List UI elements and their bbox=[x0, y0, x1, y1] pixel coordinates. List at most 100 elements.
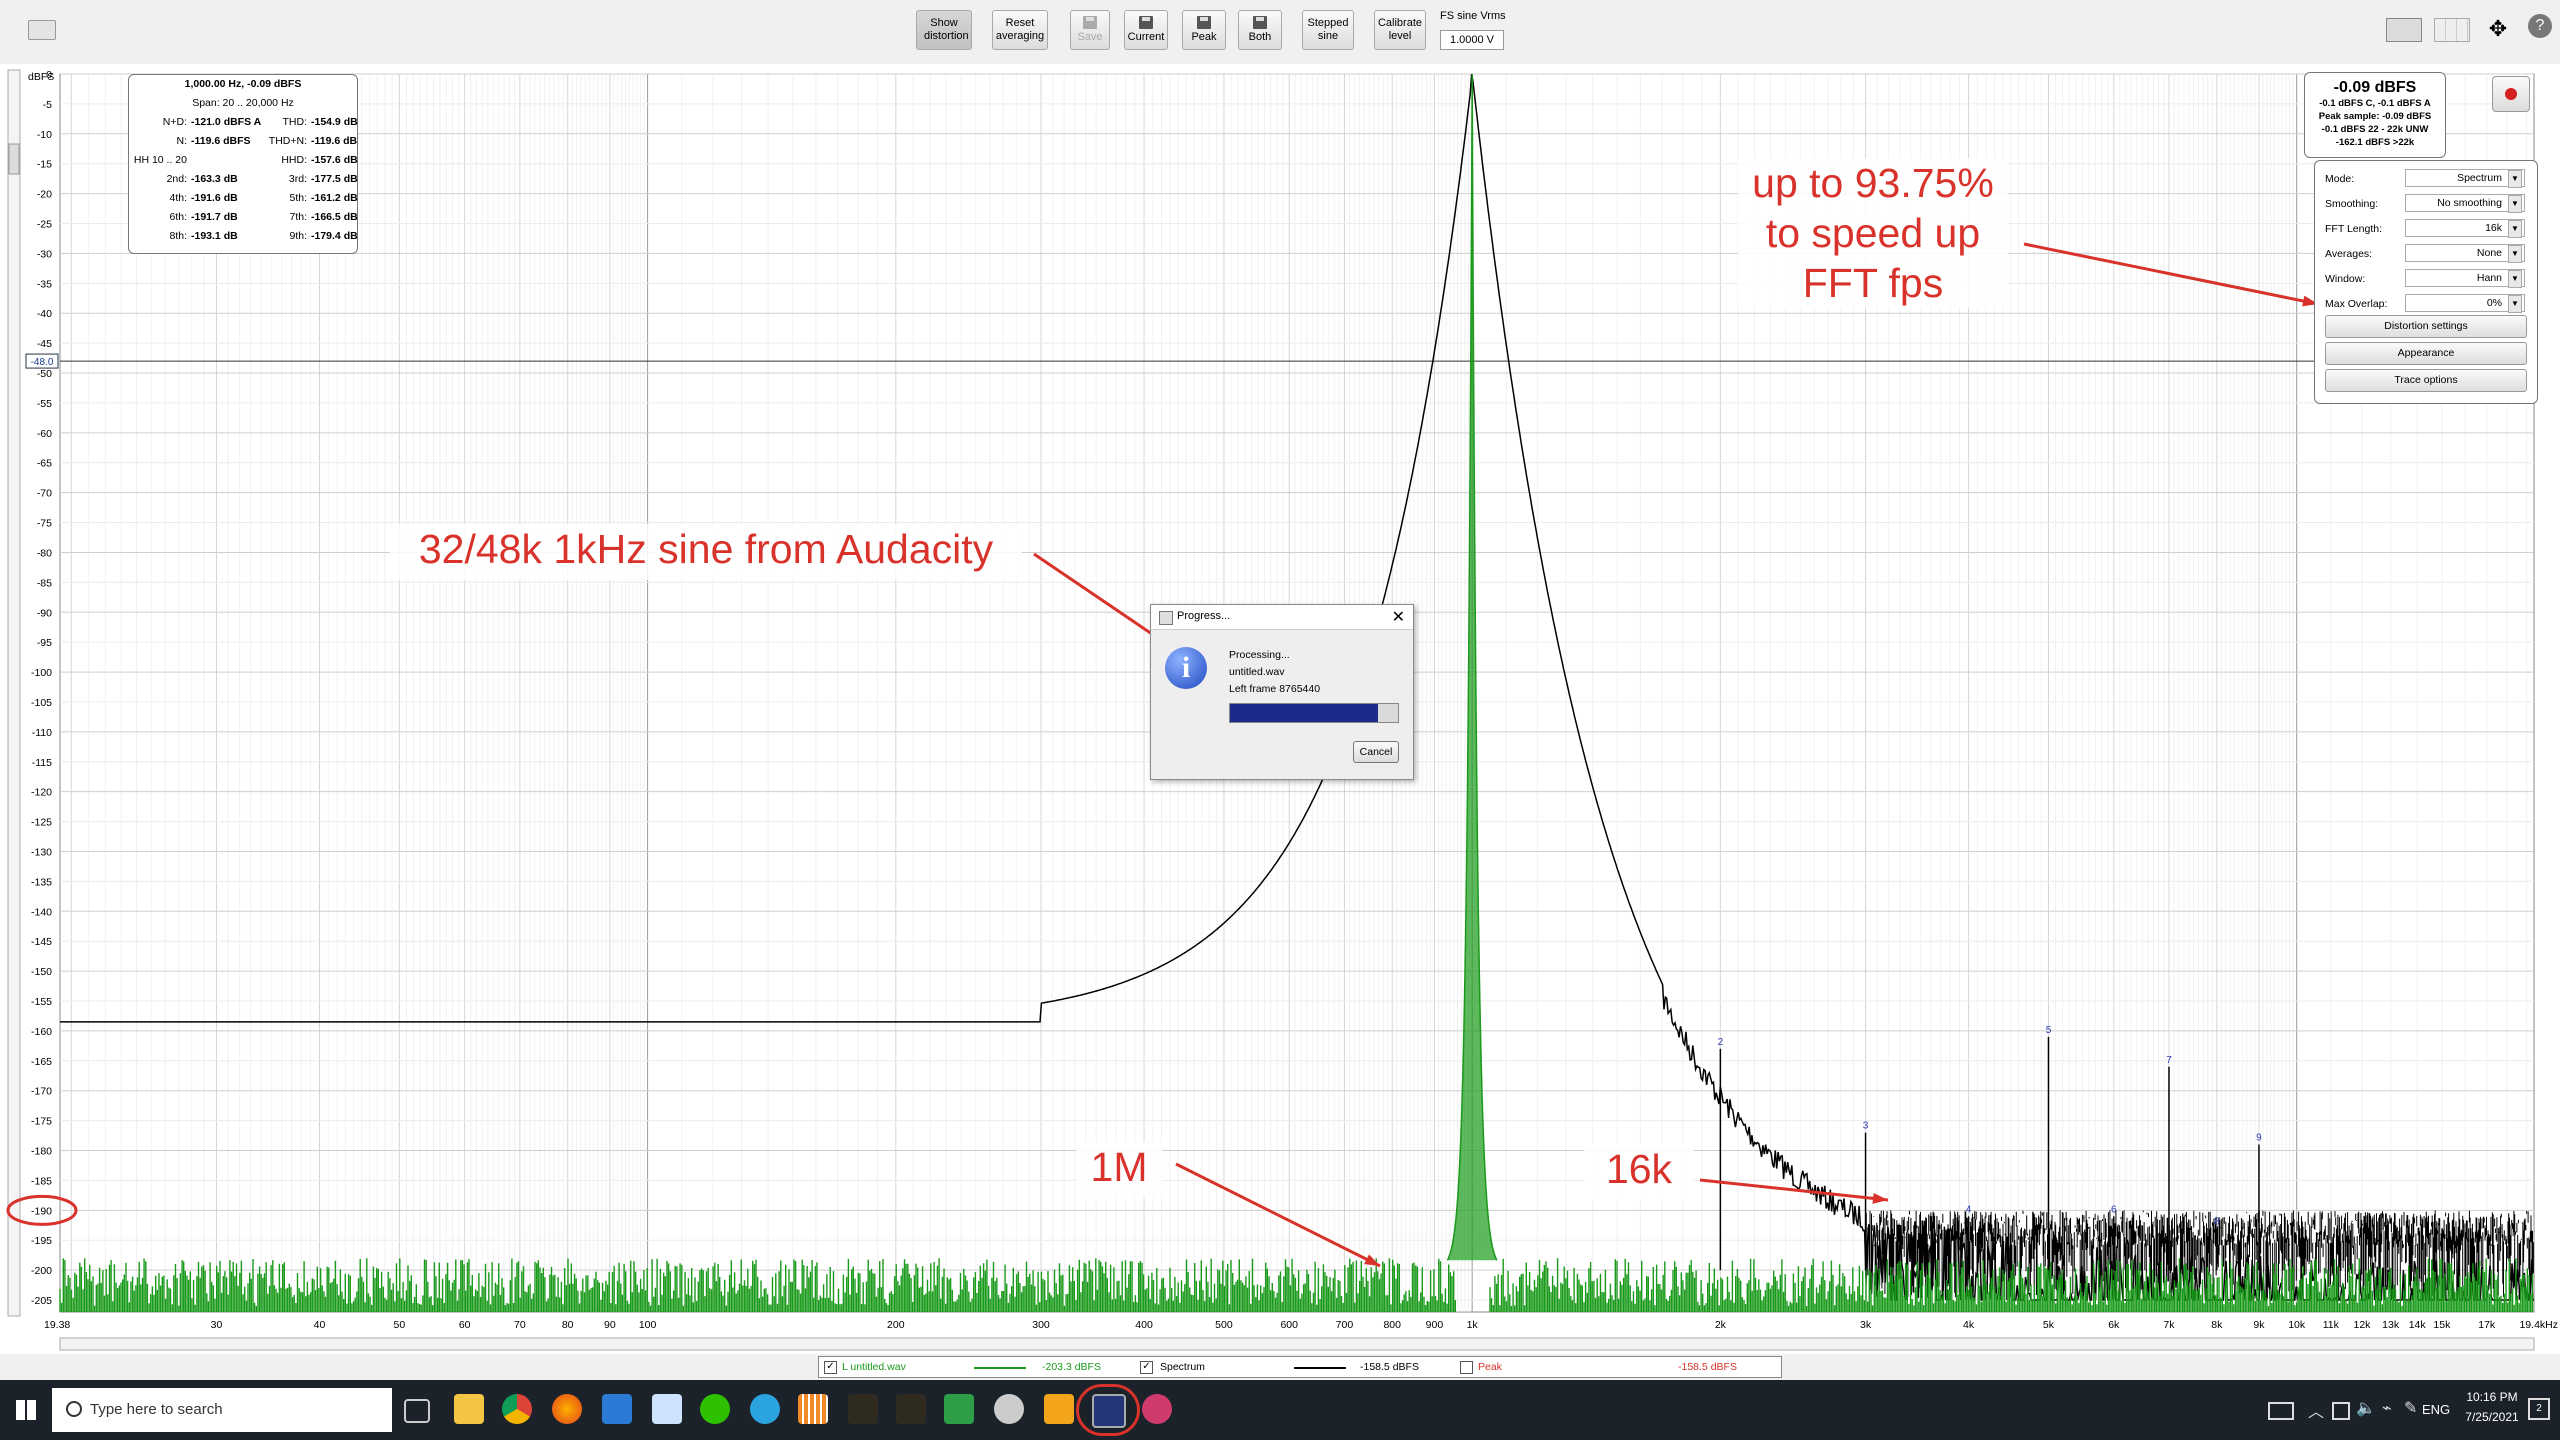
fs-sine-value[interactable]: 1.0000 V bbox=[1440, 30, 1504, 50]
task-view-icon[interactable] bbox=[404, 1399, 430, 1423]
horizontal-scrollbar[interactable] bbox=[59, 1337, 2535, 1351]
reading-label: 8th: bbox=[169, 230, 187, 242]
record-button[interactable] bbox=[2492, 76, 2530, 112]
chevron-down-icon[interactable]: ▼ bbox=[2508, 295, 2522, 313]
x-tick-label: 19.4kHz bbox=[2519, 1319, 2558, 1331]
show-distortion-button[interactable]: Show distortion bbox=[916, 10, 972, 50]
capture-icon[interactable] bbox=[28, 20, 56, 40]
control-select[interactable]: Hann ▼ bbox=[2405, 269, 2525, 288]
y-tick-label: -95 bbox=[37, 637, 52, 649]
trace-options-button[interactable]: Trace options bbox=[2325, 369, 2527, 392]
x-tick-label: 900 bbox=[1426, 1319, 1444, 1331]
chrome-icon[interactable] bbox=[502, 1394, 532, 1424]
y-tick-label: -5 bbox=[43, 99, 52, 111]
x-tick-label: 4k bbox=[1963, 1319, 1975, 1331]
y-tick-label: -10 bbox=[37, 129, 52, 141]
file-explorer-icon[interactable] bbox=[454, 1394, 484, 1424]
y-tick-label: -65 bbox=[37, 458, 52, 470]
control-select[interactable]: No smoothing ▼ bbox=[2405, 194, 2525, 213]
app-icon[interactable] bbox=[1142, 1394, 1172, 1424]
x-tick-label: 400 bbox=[1135, 1319, 1153, 1331]
clock-date[interactable]: 7/25/2021 bbox=[2462, 1410, 2522, 1424]
chevron-down-icon[interactable]: ▼ bbox=[2508, 220, 2522, 238]
chevron-down-icon[interactable]: ▼ bbox=[2508, 245, 2522, 263]
app-icon[interactable] bbox=[798, 1394, 828, 1424]
language-indicator[interactable]: ENG bbox=[2422, 1402, 2450, 1417]
y-tick-label: -105 bbox=[31, 697, 52, 709]
fit-view-icon[interactable]: ✥ bbox=[2484, 18, 2512, 42]
y-tick-label: -160 bbox=[31, 1026, 52, 1038]
x-tick-label: 30 bbox=[211, 1319, 223, 1331]
y-tick-label: -90 bbox=[37, 607, 52, 619]
y-tick-label: -190 bbox=[31, 1205, 52, 1217]
current-button[interactable]: Current bbox=[1124, 10, 1168, 50]
slider-thumb[interactable] bbox=[8, 143, 20, 175]
reading-label: 4th: bbox=[169, 192, 187, 204]
legend-checkbox[interactable]: ✓ bbox=[824, 1361, 837, 1374]
peak-button[interactable]: Peak bbox=[1182, 10, 1226, 50]
wechat-icon[interactable] bbox=[700, 1394, 730, 1424]
telegram-icon[interactable] bbox=[750, 1394, 780, 1424]
control-select[interactable]: Spectrum ▼ bbox=[2405, 169, 2525, 188]
chevron-down-icon[interactable]: ▼ bbox=[2508, 195, 2522, 213]
harmonic-marker: 3 bbox=[1863, 1121, 1869, 1132]
reset-averaging-button[interactable]: Reset averaging bbox=[992, 10, 1048, 50]
app-icon[interactable] bbox=[994, 1394, 1024, 1424]
cursor-level-label: -48.0 bbox=[31, 357, 54, 368]
close-icon[interactable]: ✕ bbox=[1392, 607, 1405, 627]
control-select[interactable]: 0% ▼ bbox=[2405, 294, 2525, 313]
audio-app-icon[interactable] bbox=[848, 1394, 878, 1424]
control-select[interactable]: 16k ▼ bbox=[2405, 219, 2525, 238]
analysis-controls-panel: Mode: Spectrum ▼ Smoothing: No smoothing ▼ FFT… bbox=[2314, 160, 2538, 404]
save-button[interactable]: Save bbox=[1070, 10, 1110, 50]
level-line: -162.1 dBFS >22k bbox=[2335, 137, 2415, 148]
audio-app-icon[interactable] bbox=[896, 1394, 926, 1424]
stepped-sine-button[interactable]: Stepped sine bbox=[1302, 10, 1354, 50]
search-box[interactable]: Type here to search bbox=[52, 1388, 392, 1432]
speaker-icon[interactable]: 🔈 bbox=[2356, 1398, 2376, 1418]
pen-icon[interactable]: ✎ bbox=[2404, 1398, 2417, 1418]
network-icon[interactable]: ⌁ bbox=[2382, 1398, 2392, 1418]
legend-checkbox[interactable] bbox=[1460, 1361, 1473, 1374]
chevron-down-icon[interactable]: ▼ bbox=[2508, 270, 2522, 288]
calibrate-level-button[interactable]: Calibrate level bbox=[1374, 10, 1426, 50]
legend-trace-name: L untitled.wav bbox=[842, 1361, 906, 1373]
y-tick-label: -205 bbox=[31, 1295, 52, 1307]
level-slider[interactable] bbox=[7, 69, 21, 1317]
control-select[interactable]: None ▼ bbox=[2405, 244, 2525, 263]
y-tick-label: -30 bbox=[37, 248, 52, 260]
appearance-button[interactable]: Appearance bbox=[2325, 342, 2527, 365]
firefox-icon[interactable] bbox=[552, 1394, 582, 1424]
layout-single-icon[interactable] bbox=[2386, 18, 2422, 42]
reading-row: N+D: -121.0 dBFS A THD: -154.9 dB bbox=[129, 113, 358, 132]
help-icon[interactable]: ? bbox=[2528, 14, 2552, 38]
battery-icon[interactable] bbox=[2332, 1402, 2350, 1420]
y-tick-label: -180 bbox=[31, 1146, 52, 1158]
keyboard-icon[interactable] bbox=[2268, 1402, 2294, 1420]
legend-checkbox[interactable]: ✓ bbox=[1140, 1361, 1153, 1374]
x-tick-label: 15k bbox=[2433, 1319, 2451, 1331]
app-icon[interactable] bbox=[944, 1394, 974, 1424]
clock-time[interactable]: 10:16 PM bbox=[2462, 1390, 2522, 1404]
control-label: Mode: bbox=[2325, 173, 2355, 185]
reading-row: 6th: -191.7 dB 7th: -166.5 dB bbox=[129, 208, 357, 227]
dialog-title: Progress... bbox=[1177, 610, 1231, 622]
y-tick-label: -110 bbox=[32, 727, 52, 739]
spectrum-graph[interactable]: 0 -5 -10 -15 -20 -25 -30 -35 -40 -45 -50 -55 -60 -65-… bbox=[0, 64, 2560, 1354]
y-tick-label: -100 bbox=[31, 667, 52, 679]
y-tick-label: -120 bbox=[31, 787, 52, 799]
app-icon[interactable] bbox=[602, 1394, 632, 1424]
cancel-button[interactable]: Cancel bbox=[1353, 741, 1399, 763]
level-main: -0.09 dBFS bbox=[2333, 79, 2417, 96]
notepad-icon[interactable] bbox=[652, 1394, 682, 1424]
reading-label: 9th: bbox=[289, 230, 307, 242]
notification-icon[interactable]: 2 bbox=[2528, 1398, 2550, 1420]
both-button[interactable]: Both bbox=[1238, 10, 1282, 50]
windows-start-icon[interactable] bbox=[16, 1400, 36, 1420]
distortion-settings-button[interactable]: Distortion settings bbox=[2325, 315, 2527, 338]
layout-split-icon[interactable] bbox=[2434, 18, 2470, 42]
app-icon bbox=[1159, 611, 1173, 625]
chevron-up-icon[interactable]: ︿ bbox=[2308, 1398, 2324, 1422]
app-icon[interactable] bbox=[1044, 1394, 1074, 1424]
chevron-down-icon[interactable]: ▼ bbox=[2508, 170, 2522, 188]
